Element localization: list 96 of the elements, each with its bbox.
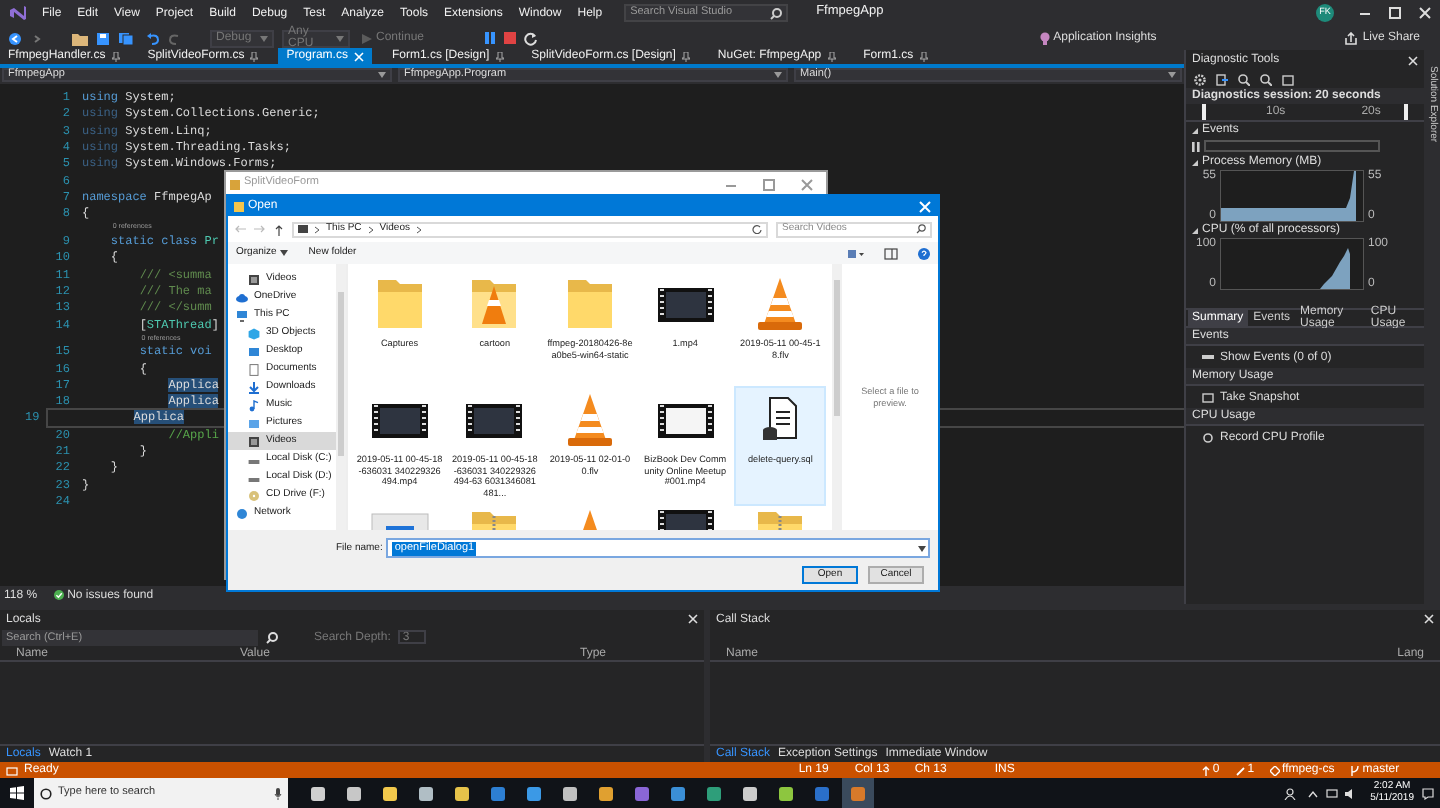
- desktop-icon: [248, 345, 260, 357]
- caret-icon: [336, 35, 344, 41]
- pause-icon: [1192, 141, 1200, 151]
- open-folder-icon[interactable]: [72, 31, 88, 45]
- restart-icon[interactable]: [524, 31, 539, 45]
- lightbulb-icon: [1039, 31, 1050, 45]
- dialog-icon: [234, 201, 244, 211]
- caret-icon: [280, 250, 289, 256]
- stop-icon[interactable]: [504, 32, 517, 44]
- caret-icon: [378, 72, 386, 78]
- pin-icon: [681, 51, 690, 61]
- play-icon: [362, 33, 372, 43]
- caret-icon: [774, 72, 782, 78]
- microphone-icon: [274, 787, 282, 799]
- share-icon: [1344, 31, 1359, 45]
- scrollbar[interactable]: [832, 264, 842, 530]
- close-icon: [353, 51, 364, 61]
- timeline-handle-icon: [1202, 104, 1206, 120]
- visual-studio-logo: [8, 4, 26, 22]
- search-icon: [40, 787, 52, 799]
- preview-pane-icon[interactable]: [884, 247, 898, 259]
- record-icon: [1202, 431, 1214, 443]
- disc-icon: [248, 489, 260, 501]
- up-arrow-icon[interactable]: [274, 223, 284, 235]
- form-icon: [230, 179, 240, 189]
- taskbar-app-icon[interactable]: [778, 785, 794, 801]
- status-icon: [6, 765, 18, 775]
- arrow-up-icon: [1202, 765, 1211, 775]
- view-options-icon[interactable]: [848, 247, 864, 259]
- download-icon: [248, 381, 260, 393]
- video-thumbnail: [655, 510, 716, 530]
- taskbar-app-icon[interactable]: [418, 785, 434, 801]
- taskbar-app-icon[interactable]: [454, 785, 470, 801]
- back-icon[interactable]: [8, 31, 22, 45]
- cube-icon: [248, 327, 260, 339]
- taskbar-app-icon[interactable]: [670, 785, 686, 801]
- pencil-icon: [1235, 765, 1246, 775]
- pin-icon: [495, 51, 504, 61]
- search-icon: [916, 224, 926, 234]
- computer-icon: [236, 309, 248, 321]
- timeline-handle-icon: [1404, 104, 1408, 120]
- taskbar-app-icon[interactable]: [382, 785, 398, 801]
- redo-icon[interactable]: [168, 31, 182, 45]
- film-icon: [248, 435, 260, 447]
- person-icon[interactable]: [1284, 787, 1297, 799]
- notification-icon[interactable]: [1422, 787, 1434, 799]
- collapse-icon: [1192, 127, 1198, 133]
- check-circle-icon: [53, 590, 64, 600]
- caret-icon: [260, 35, 268, 41]
- cloud-icon: [236, 291, 248, 303]
- taskbar-app-icon[interactable]: [526, 785, 542, 801]
- collapse-icon: [1192, 159, 1198, 165]
- chevron-right-icon: [415, 225, 422, 233]
- settings-icon[interactable]: [1194, 73, 1206, 85]
- caret-icon: [1168, 72, 1176, 78]
- help-icon[interactable]: [918, 247, 930, 259]
- document-icon: [248, 363, 260, 375]
- folder-icon: [298, 224, 308, 234]
- zoom-in-icon[interactable]: [1238, 73, 1250, 85]
- cpu-usage-graph: [1220, 238, 1364, 290]
- refresh-icon: [752, 224, 762, 234]
- export-icon[interactable]: [1216, 73, 1228, 85]
- chevron-right-icon: [367, 225, 374, 233]
- events-icon: [1202, 351, 1214, 363]
- taskbar-app-icon[interactable]: [562, 785, 578, 801]
- film-icon: [248, 273, 260, 285]
- caret-icon: [918, 545, 926, 551]
- taskbar-app-icon[interactable]: [598, 785, 614, 801]
- undo-icon[interactable]: [146, 31, 160, 45]
- collapse-icon: [1192, 227, 1198, 233]
- taskbar-app-icon[interactable]: [310, 785, 326, 801]
- picture-icon: [248, 417, 260, 429]
- forward-icon[interactable]: [30, 31, 44, 45]
- pin-icon: [250, 51, 259, 61]
- chevron-up-icon[interactable]: [1308, 789, 1319, 797]
- start-icon[interactable]: [10, 786, 24, 800]
- pin-icon: [111, 51, 120, 61]
- pause-icon[interactable]: [484, 32, 497, 44]
- taskbar-app-icon[interactable]: [706, 785, 722, 801]
- save-all-icon[interactable]: [118, 31, 134, 45]
- reset-view-icon[interactable]: [1282, 73, 1294, 85]
- taskbar-app-icon[interactable]: [346, 785, 362, 801]
- pin-icon: [919, 51, 928, 61]
- diamond-icon: [1270, 765, 1281, 775]
- memory-usage-graph: [1220, 170, 1364, 222]
- save-icon[interactable]: [96, 31, 110, 45]
- search-icon: [266, 631, 278, 643]
- music-note-icon: [248, 399, 260, 411]
- branch-icon: [1350, 765, 1361, 775]
- chevron-right-icon: [314, 225, 320, 233]
- search-icon: [770, 7, 783, 19]
- scrollbar[interactable]: [336, 264, 346, 530]
- taskbar-app-icon[interactable]: [742, 785, 758, 801]
- pin-icon: [827, 51, 836, 61]
- zoom-out-icon[interactable]: [1260, 73, 1272, 85]
- speaker-icon[interactable]: [1344, 787, 1357, 799]
